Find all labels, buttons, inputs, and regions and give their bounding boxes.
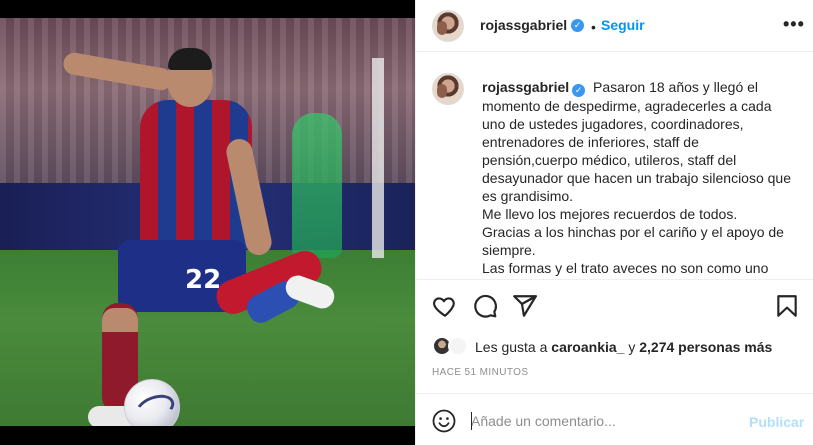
avatar[interactable] — [432, 73, 464, 105]
caption-line: Me llevo los mejores recuerdos de todos. — [482, 206, 738, 222]
username-link[interactable]: rojassgabriel — [482, 79, 569, 95]
separator-dot: • — [591, 19, 596, 35]
caption-line: Pasaron 18 años y llegó el momento de de… — [482, 79, 792, 204]
comment-bar: Publicar — [416, 393, 813, 445]
verified-icon: ✓ — [571, 19, 584, 32]
heart-icon[interactable] — [432, 293, 458, 319]
emoji-icon[interactable] — [432, 409, 456, 433]
action-bar — [416, 281, 813, 331]
goalkeeper — [292, 113, 342, 258]
caption: rojassgabriel ✓ Pasaron 18 años y llegó e… — [482, 78, 794, 277]
text-caret — [471, 412, 472, 430]
avatar — [448, 336, 468, 356]
caption-line: Las formas y el trato aveces no son como… — [482, 260, 769, 276]
share-icon[interactable] — [512, 293, 538, 319]
post-timestamp[interactable]: HACE 51 MINUTOS — [432, 367, 528, 378]
bookmark-icon[interactable] — [774, 293, 800, 319]
likes-row: Les gusta a caroankia_ y 2,274 personas … — [432, 336, 802, 360]
football — [124, 379, 180, 426]
post-media[interactable]: 22 — [0, 0, 415, 445]
caption-area[interactable]: rojassgabriel ✓ Pasaron 18 años y llegó e… — [416, 52, 813, 280]
likes-conjunction: y — [624, 339, 640, 355]
likes-text: Les gusta a caroankia_ y 2,274 personas … — [475, 339, 772, 355]
goal-post — [372, 58, 384, 258]
player-knee — [102, 308, 138, 332]
liker-username-link[interactable]: caroankia_ — [551, 339, 624, 355]
more-icon[interactable]: ••• — [783, 14, 805, 35]
publish-button[interactable]: Publicar — [749, 414, 804, 430]
post-header: rojassgabriel ✓ • Seguir ••• — [416, 0, 813, 52]
caption-line: Gracias a los hinchas por el cariño y el… — [482, 224, 784, 258]
follow-button[interactable]: Seguir — [601, 17, 645, 33]
verified-icon: ✓ — [572, 84, 586, 97]
likes-count-link[interactable]: 2,274 personas más — [639, 339, 772, 355]
username-link[interactable]: rojassgabriel — [480, 17, 567, 33]
avatar[interactable] — [432, 10, 464, 42]
comment-icon[interactable] — [472, 293, 498, 319]
post-side-panel: rojassgabriel ✓ • Seguir ••• rojassgabri… — [415, 0, 813, 445]
caption-paragraph: rojassgabriel ✓ Pasaron 18 años y llegó e… — [482, 78, 794, 205]
liker-avatars[interactable] — [432, 336, 472, 358]
likes-prefix: Les gusta a — [475, 339, 552, 355]
jersey-number: 22 — [185, 265, 222, 295]
post-photo[interactable]: 22 — [0, 18, 415, 426]
comment-input[interactable] — [471, 408, 736, 434]
